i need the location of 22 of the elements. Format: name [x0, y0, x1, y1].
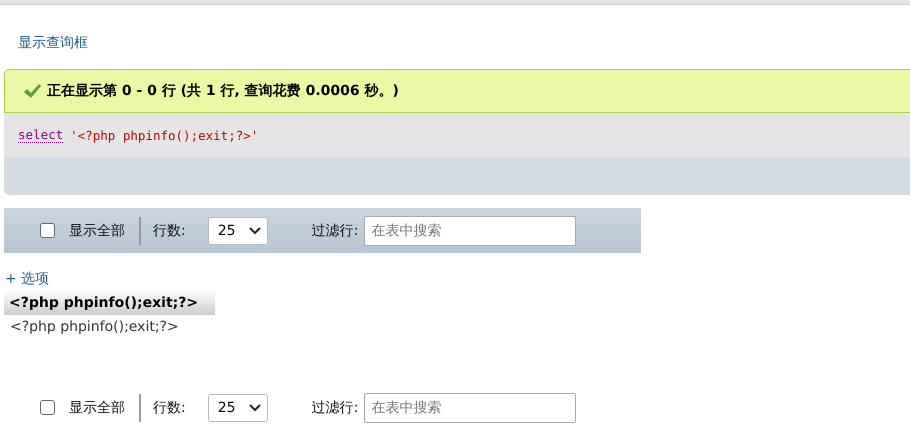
- chevron-down-icon: [248, 404, 261, 412]
- filter-field[interactable]: 在表中搜索: [364, 392, 576, 422]
- message-text: 正在显示第 0 - 0 行 (共 1 行, 查询花费 0.0006 秒。): [47, 82, 399, 100]
- show-all-label: 显示全部: [69, 222, 125, 240]
- filter-field[interactable]: 在表中搜索: [364, 216, 576, 246]
- filter-label: 过滤行:: [312, 222, 358, 240]
- sql-keyword[interactable]: select: [18, 127, 64, 143]
- filter-label: 过滤行:: [312, 398, 358, 416]
- show-all-label: 显示全部: [69, 398, 125, 416]
- rows-select[interactable]: 25: [208, 216, 268, 244]
- table-cell: <?php phpinfo();exit;?>: [10, 319, 179, 335]
- rows-select[interactable]: 25: [208, 394, 268, 422]
- show-all-checkbox[interactable]: [40, 223, 55, 238]
- sql-literal: '<?php phpinfo();exit;?>': [70, 128, 258, 142]
- show-all-checkbox[interactable]: [40, 400, 55, 415]
- rows-label: 行数:: [153, 222, 186, 240]
- rows-label: 行数:: [153, 398, 186, 416]
- chevron-down-icon: [248, 226, 261, 234]
- check-icon: [23, 83, 41, 99]
- show-query-box-link[interactable]: 显示查询框: [18, 34, 88, 52]
- options-link[interactable]: + 选项: [5, 270, 50, 288]
- column-header[interactable]: <?php phpinfo();exit;?>: [4, 290, 215, 315]
